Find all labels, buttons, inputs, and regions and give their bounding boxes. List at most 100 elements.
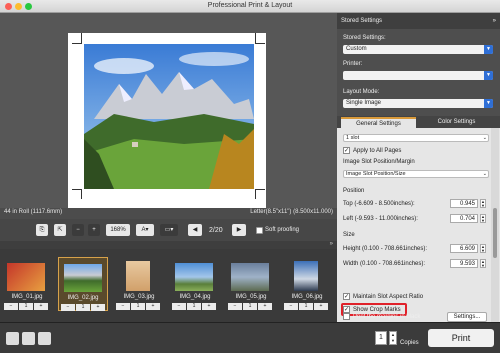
thumbnail-image — [126, 261, 150, 291]
show-crop-marks-checkbox[interactable]: ✓ — [343, 306, 350, 313]
layout-mode-select[interactable]: Single Image ▼ — [343, 99, 493, 108]
copies-stepper[interactable]: −1 + — [284, 303, 328, 310]
thumbnail-item[interactable]: IMG_01.jpg −1 + — [2, 257, 52, 311]
increment-button[interactable]: + — [314, 303, 328, 310]
height-input[interactable]: 6.609 — [450, 244, 478, 253]
split-view-icon[interactable] — [38, 332, 51, 345]
dual-view-icon[interactable] — [22, 332, 35, 345]
thumbnail-item[interactable]: IMG_06.jpg −1 + — [282, 257, 332, 311]
general-settings-content: 1 slot ⌄ ✓ Apply to All Pages Image Slot … — [337, 128, 500, 322]
soft-proofing-checkbox[interactable] — [256, 227, 263, 234]
width-input[interactable]: 9.593 — [450, 259, 478, 268]
page-setup-icon[interactable]: ▭▾ — [160, 224, 178, 236]
print-button[interactable]: Print — [428, 329, 494, 347]
export-icon[interactable]: ⇱ — [54, 224, 66, 236]
open-file-icon[interactable]: ⎘ — [36, 224, 48, 236]
increment-button[interactable]: + — [146, 303, 160, 310]
single-view-icon[interactable] — [6, 332, 19, 345]
decrement-button[interactable]: − — [284, 303, 298, 310]
paper-size: Letter(8.5"x11") (8.500x11.000) — [250, 209, 333, 215]
show-crop-marks-label: Show Crop Marks — [353, 307, 401, 313]
decrement-button[interactable]: − — [4, 303, 18, 310]
crop-mark — [255, 33, 256, 43]
window-title: Professional Print & Layout — [207, 2, 293, 9]
count-value: 1 — [187, 303, 201, 310]
decrement-button[interactable]: − — [116, 303, 130, 310]
text-overlay-icon[interactable]: A▾ — [136, 224, 154, 236]
left-stepper[interactable]: ▲ ▼ — [480, 214, 486, 223]
maintain-ratio-checkbox[interactable]: ✓ — [343, 293, 350, 300]
tab-color-settings[interactable]: Color Settings — [419, 117, 494, 128]
scrollbar-thumb[interactable] — [493, 208, 497, 258]
copies-stepper[interactable]: −1 + — [228, 303, 272, 310]
next-page-button[interactable]: ▶ — [232, 224, 246, 236]
printer-select[interactable]: ▼ — [343, 71, 493, 80]
crop-mark — [72, 189, 82, 190]
copies-stepper[interactable]: −1 + — [116, 303, 160, 310]
print-margins-label: Print the margins in black — [353, 314, 421, 320]
left-input[interactable]: 0.704 — [450, 214, 478, 223]
increment-button[interactable]: + — [91, 304, 105, 311]
thumbnail-label: IMG_01.jpg — [11, 294, 43, 300]
apply-all-checkbox[interactable]: ✓ — [343, 147, 350, 154]
increment-button[interactable]: + — [202, 303, 216, 310]
thumbnail-image — [64, 264, 102, 292]
thumbnail-label: IMG_06.jpg — [291, 294, 323, 300]
preview-area — [0, 13, 337, 208]
maintain-ratio-label: Maintain Slot Aspect Ratio — [353, 294, 424, 300]
copies-stepper[interactable]: −1 + — [172, 303, 216, 310]
chevron-down-icon: ▼ — [484, 99, 493, 108]
settings-button[interactable]: Settings... — [447, 312, 487, 322]
count-value: 1 — [76, 304, 90, 311]
thumbnail-item[interactable]: IMG_05.jpg −1 + — [226, 257, 276, 311]
layout-mode-label: Layout Mode: — [343, 89, 380, 95]
copies-stepper[interactable]: −1 + — [61, 304, 105, 311]
decrement-button[interactable]: − — [228, 303, 242, 310]
thumbnail-item-selected[interactable]: IMG_02.jpg −1 + — [58, 257, 108, 311]
previous-page-button[interactable]: ◀ — [188, 224, 202, 236]
increment-button[interactable]: + — [258, 303, 272, 310]
page-indicator: 2/20 — [209, 227, 223, 234]
copies-stepper[interactable]: ▲ ▼ — [389, 331, 397, 345]
height-label: Height (0.100 - 708.661inches): — [343, 246, 428, 252]
count-value: 1 — [19, 303, 33, 310]
zoom-level-select[interactable]: 168% — [106, 224, 130, 236]
apply-all-label: Apply to All Pages — [353, 148, 402, 154]
settings-scrollbar[interactable] — [491, 128, 499, 322]
crop-mark — [81, 33, 82, 43]
collapse-icon[interactable]: » — [493, 13, 496, 29]
position-heading: Position — [343, 188, 365, 194]
decrement-button[interactable]: − — [61, 304, 75, 311]
width-stepper[interactable]: ▲ ▼ — [480, 259, 486, 268]
decrement-button[interactable]: − — [172, 303, 186, 310]
position-margin-select[interactable]: Image Slot Position/Size ⌄ — [343, 170, 489, 178]
thumbnail-item[interactable]: IMG_03.jpg −1 + — [114, 257, 164, 311]
printer-label: Printer: — [343, 61, 363, 67]
stored-settings-label: Stored Settings: — [343, 35, 386, 41]
settings-panel: Stored Settings » Stored Settings: Custom… — [337, 13, 500, 322]
chevron-down-icon: ▼ — [484, 71, 493, 80]
roll-info: 44 in Roll (1117.6mm) — [4, 209, 63, 215]
collapse-icon[interactable]: » — [330, 241, 333, 247]
copies-label: Copies — [400, 340, 419, 346]
tab-general-settings[interactable]: General Settings — [341, 117, 416, 128]
thumbnail-item[interactable]: IMG_04.jpg −1 + — [170, 257, 220, 311]
zoom-out-icon[interactable]: − — [72, 224, 84, 236]
increment-button[interactable]: + — [34, 303, 48, 310]
thumbnail-image — [175, 263, 213, 291]
select-value: Single Image — [346, 100, 382, 106]
stored-settings-select[interactable]: Custom ▼ — [343, 45, 493, 54]
thumbnail-strip: IMG_01.jpg −1 + IMG_02.jpg −1 + IMG_03.jpg… — [0, 249, 337, 328]
thumbnail-image — [294, 261, 318, 291]
title-bar: Professional Print & Layout — [0, 0, 500, 13]
copies-stepper[interactable]: −1 + — [4, 303, 48, 310]
zoom-in-icon[interactable]: + — [88, 224, 100, 236]
copies-input[interactable]: 1 — [375, 331, 387, 345]
height-stepper[interactable]: ▲ ▼ — [480, 244, 486, 253]
top-stepper[interactable]: ▲ ▼ — [480, 199, 486, 208]
print-margins-checkbox[interactable] — [343, 313, 350, 320]
slot-select[interactable]: 1 slot ⌄ — [343, 134, 489, 142]
mountain-photo[interactable] — [84, 44, 254, 189]
select-value: Image Slot Position/Size — [346, 171, 406, 177]
top-input[interactable]: 0.945 — [450, 199, 478, 208]
